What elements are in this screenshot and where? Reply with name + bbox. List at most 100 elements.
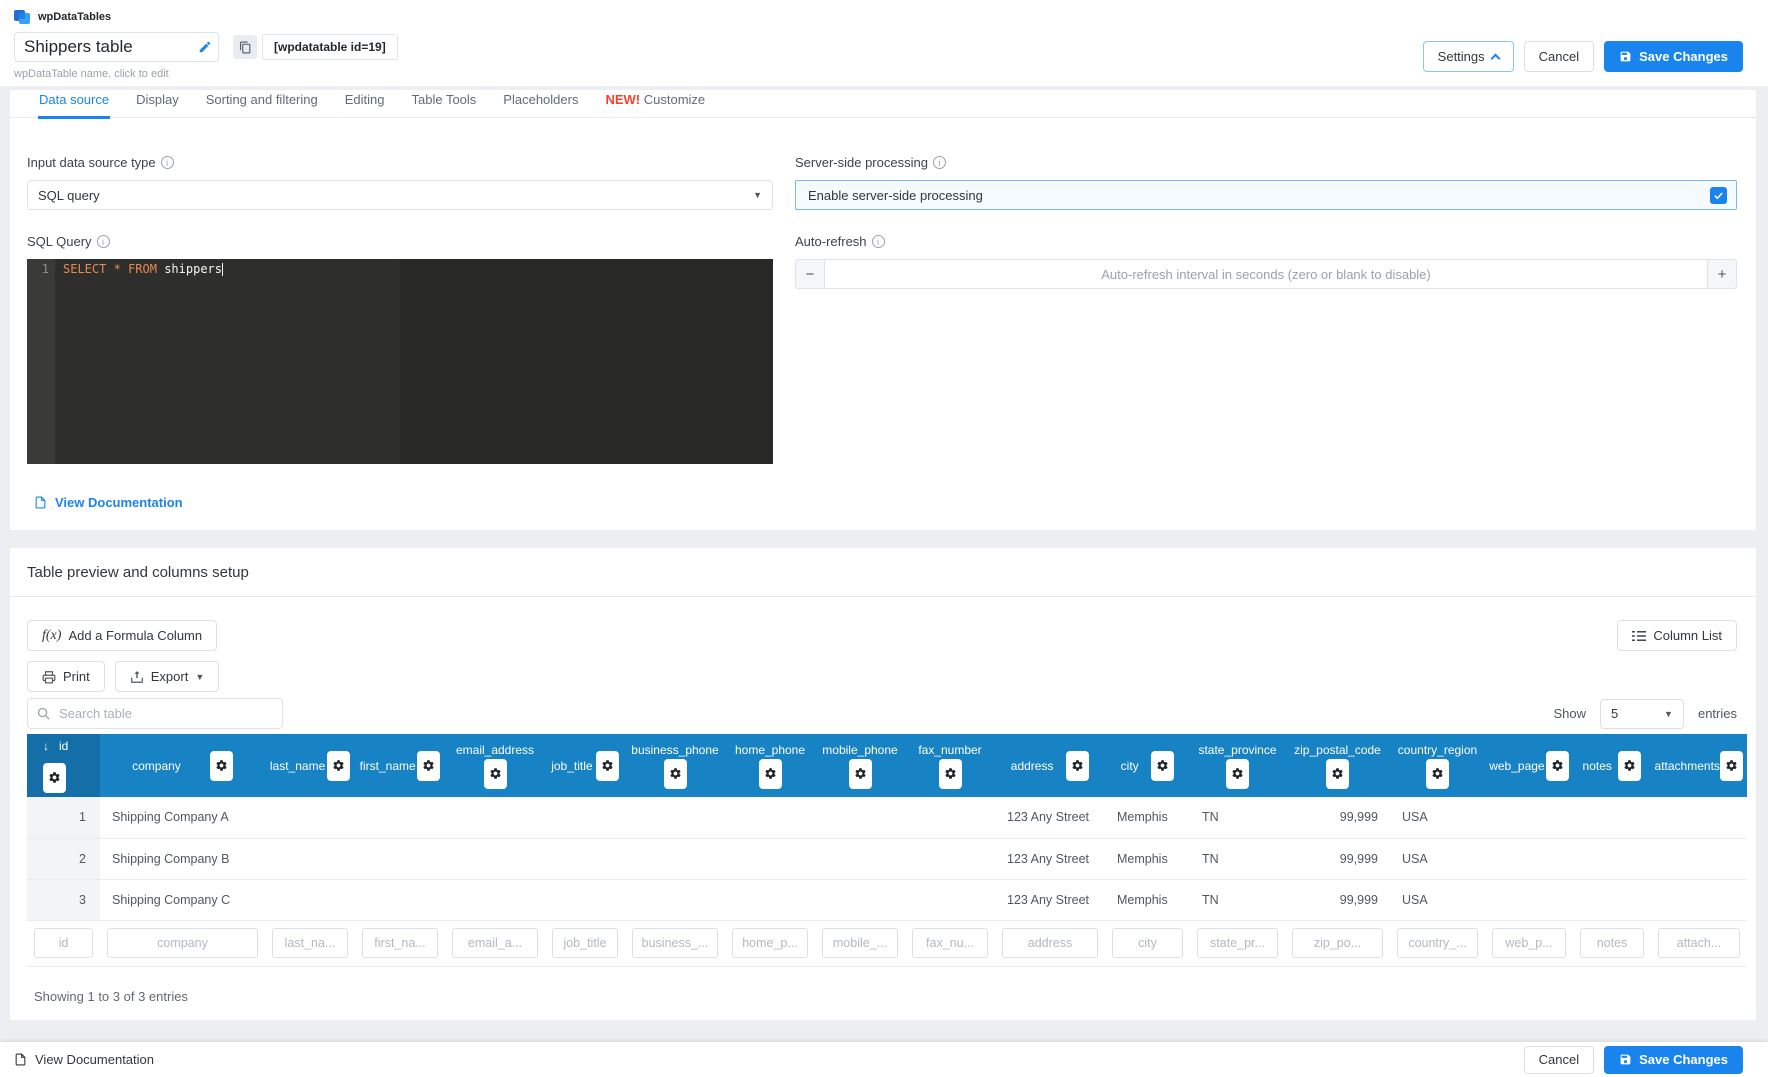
filter-input-last_name[interactable]	[272, 928, 348, 958]
info-icon[interactable]: i	[932, 156, 946, 169]
cell-job_title	[545, 797, 625, 839]
column-header-zip_postal_code[interactable]: zip_postal_code	[1285, 734, 1390, 797]
filter-input-address[interactable]	[1002, 928, 1098, 958]
info-icon[interactable]: i	[871, 235, 885, 248]
column-header-last_name[interactable]: last_name	[265, 734, 355, 797]
column-header-business_phone[interactable]: business_phone	[625, 734, 725, 797]
column-settings-gear-address[interactable]	[1066, 750, 1090, 781]
column-settings-gear-home_phone[interactable]	[758, 758, 782, 789]
footer-bar: View Documentation Cancel Save Changes	[0, 1042, 1768, 1077]
server-side-checkbox[interactable]	[1710, 186, 1727, 204]
column-settings-gear-city[interactable]	[1151, 750, 1175, 781]
chevron-down-icon: ▼	[1664, 708, 1673, 719]
filter-input-zip_postal_code[interactable]	[1292, 928, 1383, 958]
cell-business_phone	[625, 838, 725, 880]
column-settings-gear-state_province[interactable]	[1226, 758, 1249, 789]
column-settings-gear-id[interactable]	[43, 762, 66, 793]
filter-input-state_province[interactable]	[1197, 928, 1278, 958]
settings-button[interactable]: Settings	[1422, 41, 1514, 72]
tab-data-source[interactable]: Data source	[38, 90, 111, 119]
table-row: 1 Shipping Company A 123 Any Street Memphis…	[27, 797, 1747, 839]
export-icon	[130, 670, 144, 684]
entries-summary: Showing 1 to 3 of 3 entries	[34, 988, 188, 1004]
column-header-home_phone[interactable]: home_phone	[725, 734, 815, 797]
auto-refresh-increase-button[interactable]: +	[1707, 259, 1737, 289]
column-settings-gear-last_name[interactable]	[327, 750, 351, 781]
column-settings-gear-web_page[interactable]	[1545, 750, 1569, 781]
column-header-fax_number[interactable]: fax_number	[905, 734, 995, 797]
column-settings-gear-fax_number[interactable]	[938, 758, 962, 789]
export-button[interactable]: Export ▼	[114, 661, 220, 692]
cell-fax_number	[905, 838, 995, 880]
column-settings-gear-attachments[interactable]	[1720, 750, 1744, 781]
table-name-input[interactable]	[14, 32, 219, 62]
auto-refresh-input[interactable]	[825, 259, 1707, 289]
filter-input-id[interactable]	[34, 928, 93, 958]
footer-cancel-button[interactable]: Cancel	[1523, 1045, 1595, 1074]
column-settings-gear-email_address[interactable]	[483, 758, 507, 789]
info-icon[interactable]: i	[160, 156, 174, 169]
column-settings-gear-mobile_phone[interactable]	[848, 758, 872, 789]
tab-customize[interactable]: NEW! Customize	[604, 90, 706, 119]
column-settings-gear-notes[interactable]	[1618, 750, 1642, 781]
gear-icon	[944, 767, 957, 780]
copy-shortcode-button[interactable]	[233, 35, 257, 59]
table-search-input[interactable]	[27, 698, 283, 729]
filter-input-fax_number[interactable]	[912, 928, 988, 958]
footer-save-changes-button[interactable]: Save Changes	[1604, 1045, 1743, 1074]
save-changes-button[interactable]: Save Changes	[1604, 41, 1743, 72]
column-settings-gear-company[interactable]	[209, 750, 233, 781]
column-list-button[interactable]: Column List	[1617, 620, 1737, 651]
input-source-type-select[interactable]: SQL query ▼	[27, 180, 773, 210]
filter-input-attachments[interactable]	[1658, 928, 1740, 958]
column-header-web_page[interactable]: web_page	[1485, 734, 1573, 797]
cancel-button[interactable]: Cancel	[1523, 41, 1595, 72]
tab-table-tools[interactable]: Table Tools	[410, 90, 477, 119]
column-header-company[interactable]: company	[100, 734, 265, 797]
filter-input-email_address[interactable]	[452, 928, 538, 958]
enable-server-side-row[interactable]: Enable server-side processing	[795, 180, 1737, 210]
shortcode-chip[interactable]: [wpdatatable id=19]	[262, 34, 398, 60]
column-header-state_province[interactable]: state_province	[1190, 734, 1285, 797]
tab-placeholders[interactable]: Placeholders	[502, 90, 579, 119]
column-settings-gear-country_region[interactable]	[1426, 758, 1449, 789]
column-header-attachments[interactable]: attachments	[1651, 734, 1747, 797]
column-header-email_address[interactable]: email_address	[445, 734, 545, 797]
gear-icon	[601, 759, 614, 772]
tab-display[interactable]: Display	[135, 90, 180, 119]
column-settings-gear-business_phone[interactable]	[663, 758, 687, 789]
filter-input-home_phone[interactable]	[732, 928, 808, 958]
entries-per-page-select[interactable]: 5 ▼	[1599, 698, 1684, 729]
filter-input-mobile_phone[interactable]	[822, 928, 898, 958]
column-header-country_region[interactable]: country_region	[1390, 734, 1485, 797]
info-icon[interactable]: i	[96, 235, 110, 248]
column-header-address[interactable]: address	[995, 734, 1105, 797]
column-header-mobile_phone[interactable]: mobile_phone	[815, 734, 905, 797]
column-header-id[interactable]: ↓ id	[27, 734, 100, 797]
filter-input-business_phone[interactable]	[632, 928, 718, 958]
print-button[interactable]: Print	[27, 661, 105, 692]
filter-input-country_region[interactable]	[1397, 928, 1478, 958]
column-header-city[interactable]: city	[1105, 734, 1190, 797]
sql-query-editor[interactable]: 1 SELECT * FROM shippers	[27, 259, 773, 464]
column-settings-gear-first_name[interactable]	[417, 750, 441, 781]
filter-input-city[interactable]	[1112, 928, 1183, 958]
add-formula-column-button[interactable]: f(x) Add a Formula Column	[27, 620, 218, 651]
column-settings-gear-job_title[interactable]	[595, 750, 619, 781]
filter-input-web_page[interactable]	[1492, 928, 1566, 958]
tab-sorting-filtering[interactable]: Sorting and filtering	[205, 90, 319, 119]
filter-input-company[interactable]	[107, 928, 258, 958]
column-header-first_name[interactable]: first_name	[355, 734, 445, 797]
tab-editing[interactable]: Editing	[344, 90, 386, 119]
auto-refresh-decrease-button[interactable]: −	[795, 259, 825, 289]
chevron-up-icon	[1490, 53, 1501, 63]
filter-input-notes[interactable]	[1580, 928, 1644, 958]
filter-input-job_title[interactable]	[552, 928, 618, 958]
filter-input-first_name[interactable]	[362, 928, 438, 958]
edit-pencil-icon[interactable]	[198, 40, 212, 54]
column-header-job_title[interactable]: job_title	[545, 734, 625, 797]
footer-view-documentation-link[interactable]: View Documentation	[14, 1052, 154, 1067]
column-header-notes[interactable]: notes	[1573, 734, 1651, 797]
column-settings-gear-zip_postal_code[interactable]	[1326, 758, 1349, 789]
view-documentation-link[interactable]: View Documentation	[34, 495, 183, 510]
